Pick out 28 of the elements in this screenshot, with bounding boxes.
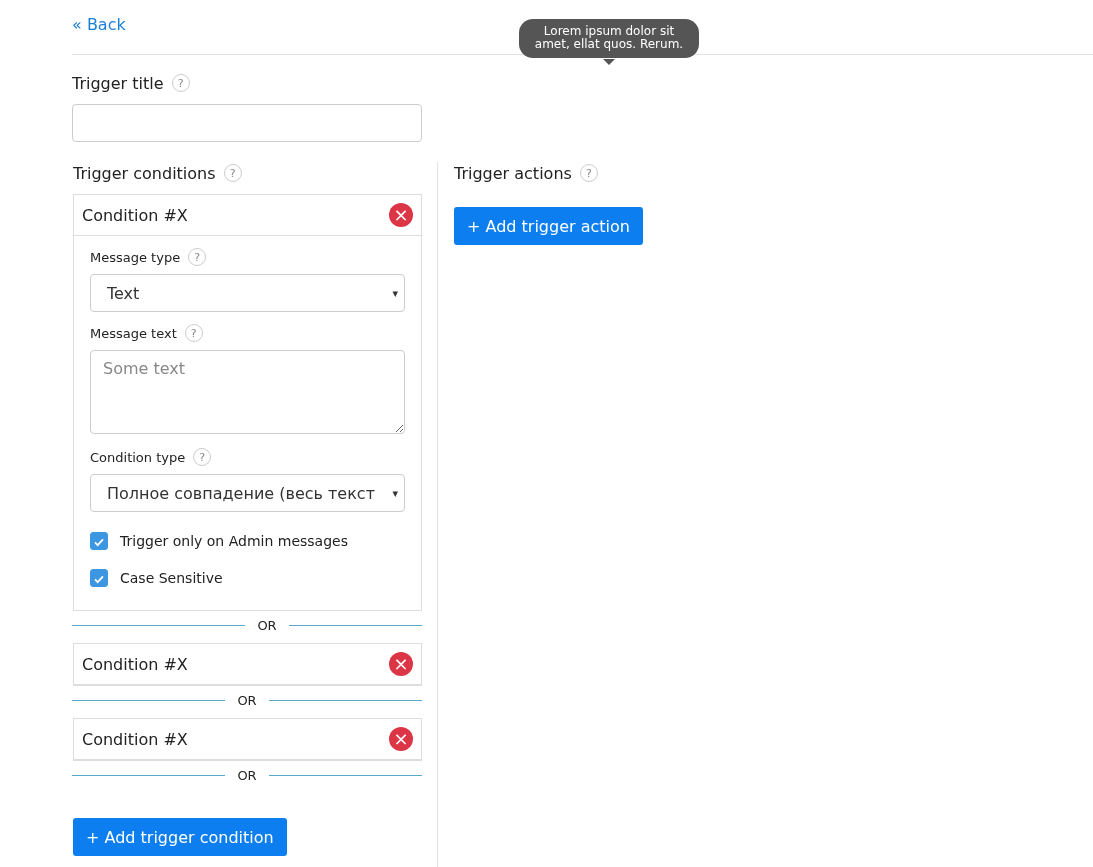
- remove-icon[interactable]: ×: [389, 727, 413, 751]
- add-action-button[interactable]: + Add trigger action: [454, 207, 643, 245]
- tooltip-arrow: [603, 59, 615, 65]
- message-text-field[interactable]: Some text: [90, 350, 405, 434]
- checkbox[interactable]: [90, 568, 108, 587]
- field-label: Message type: [90, 249, 181, 265]
- or-separator: OR: [257, 618, 277, 633]
- field-label: Condition type: [90, 449, 186, 465]
- checkbox-label: Trigger only on Admin messages: [120, 532, 348, 549]
- or-separator: OR: [237, 768, 257, 783]
- select-field[interactable]: Полное совпадение (весь текст ▾: [90, 474, 405, 512]
- checkbox-label: Case Sensitive: [120, 569, 223, 586]
- condition-title[interactable]: Condition #X: [82, 654, 188, 674]
- section-label: Trigger actions: [454, 163, 572, 183]
- title-input-field[interactable]: [72, 104, 422, 142]
- add-condition-button[interactable]: + Add trigger condition: [73, 818, 287, 856]
- back-link[interactable]: « Back: [72, 15, 126, 34]
- remove-icon[interactable]: ×: [389, 652, 413, 676]
- field-label: Trigger title: [72, 73, 164, 93]
- select-field[interactable]: Text ▾: [90, 274, 405, 312]
- or-separator: OR: [237, 693, 257, 708]
- condition-title[interactable]: Condition #X: [82, 729, 188, 749]
- section-label: Trigger conditions: [73, 163, 216, 183]
- tooltip: Lorem ipsum dolor sit amet, ellat quos. Rerum.: [519, 19, 699, 58]
- field-label: Message text: [90, 325, 177, 341]
- remove-icon[interactable]: ×: [389, 203, 413, 227]
- condition-title[interactable]: Condition #X: [82, 205, 188, 225]
- checkbox[interactable]: [90, 531, 108, 550]
